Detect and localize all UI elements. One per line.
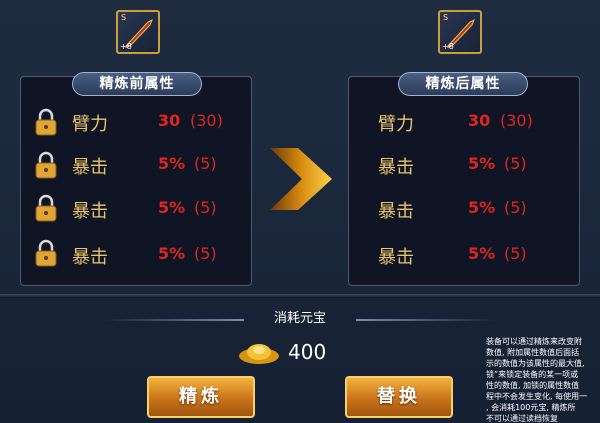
attribute-max: (5) — [504, 198, 527, 217]
attribute-name: 臂力 — [378, 114, 414, 135]
enhance-level: +8 — [120, 42, 132, 51]
lock-icon[interactable] — [34, 151, 58, 179]
attribute-value: 5% — [158, 198, 186, 217]
attribute-name: 暴击 — [72, 157, 108, 178]
attribute-value: 30 — [468, 111, 491, 130]
arrow-right-icon — [270, 148, 332, 210]
help-line: 性的数值, 加锁的属性数值 — [486, 381, 580, 390]
before-panel-title: 精炼前属性 — [72, 72, 202, 96]
attribute-name: 暴击 — [378, 157, 414, 178]
attribute-max: (5) — [194, 154, 217, 173]
cost-divider-left — [104, 319, 244, 321]
attribute-name: 暴击 — [72, 201, 108, 222]
attribute-max: (30) — [190, 111, 223, 130]
lock-icon[interactable] — [34, 239, 58, 267]
help-text: 装备可以通过精炼来改变附 数值, 附加属性数值后面括 示的数值为该属性的最大值,… — [486, 336, 600, 423]
lock-icon[interactable] — [34, 194, 58, 222]
equipment-slot-right[interactable]: S +8 — [438, 10, 482, 54]
cost-amount: 400 — [288, 340, 327, 364]
divider — [0, 294, 600, 298]
help-line: , 会消耗100元宝, 精炼所 — [486, 403, 576, 412]
equipment-slot-left[interactable]: S +8 — [116, 10, 160, 54]
attribute-max: (30) — [500, 111, 533, 130]
attribute-value: 5% — [468, 154, 496, 173]
refine-screen: S +8 S +8 精炼前属性 臂力 30 (30) 暴击 5% (5) 暴击 … — [0, 0, 600, 423]
help-line: 示的数值为该属性的最大值, — [486, 359, 585, 368]
attribute-value: 5% — [468, 198, 496, 217]
enhance-level: +8 — [442, 42, 454, 51]
attribute-value: 5% — [158, 244, 186, 263]
attribute-max: (5) — [504, 154, 527, 173]
help-line: 数值, 附加属性数值后面括 — [486, 348, 580, 357]
lock-icon[interactable] — [34, 108, 58, 136]
attribute-name: 暴击 — [378, 247, 414, 268]
after-panel-title: 精炼后属性 — [398, 72, 528, 96]
attribute-name: 臂力 — [72, 114, 108, 135]
attribute-value: 5% — [158, 154, 186, 173]
cost-divider-right — [356, 319, 496, 321]
help-line: 不可以通过读档恢复 — [486, 414, 558, 423]
attribute-name: 暴击 — [72, 247, 108, 268]
attribute-name: 暴击 — [378, 201, 414, 222]
replace-button[interactable]: 替换 — [345, 376, 453, 418]
attribute-max: (5) — [194, 198, 217, 217]
help-line: 程中不会发生变化, 每使用一 — [486, 392, 588, 401]
attribute-max: (5) — [194, 244, 217, 263]
help-line: 锁”来锁定装备的某一项或 — [486, 370, 579, 379]
cost-label: 消耗元宝 — [273, 311, 326, 326]
refine-button[interactable]: 精炼 — [147, 376, 255, 418]
attribute-max: (5) — [504, 244, 527, 263]
attribute-value: 30 — [158, 111, 181, 130]
attribute-value: 5% — [468, 244, 496, 263]
help-line: 装备可以通过精炼来改变附 — [486, 337, 582, 346]
gold-ingot-icon — [239, 344, 279, 364]
